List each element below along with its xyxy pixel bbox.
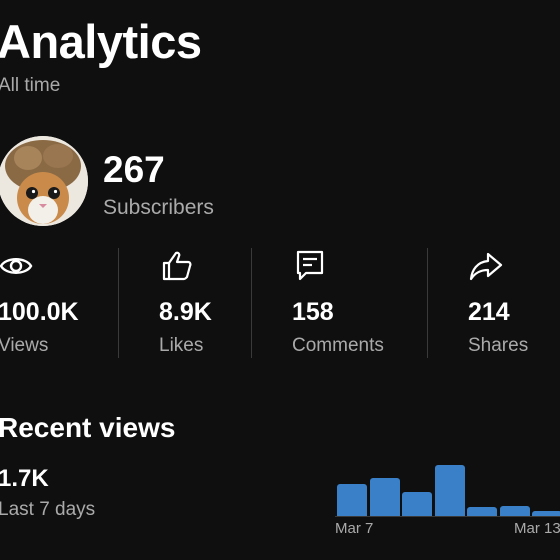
chart-bar[interactable] [434,465,465,516]
page-title: Analytics [0,15,202,68]
likes-value: 8.9K [159,298,212,326]
stat-comments[interactable]: 158 Comments [292,248,384,356]
chart-bar[interactable] [467,507,497,516]
comment-icon [296,250,324,281]
recent-views-period: Last 7 days [0,499,96,520]
chart-bar[interactable] [337,484,367,516]
stat-divider [427,248,428,358]
subscriber-label: Subscribers [103,196,214,219]
avatar-cat-image [0,136,88,226]
chart-bar[interactable] [402,492,432,516]
stat-divider [251,248,252,358]
stat-divider [118,248,119,358]
comments-label: Comments [292,335,384,356]
chart-baseline [335,516,560,517]
views-label: Views [0,335,49,356]
stat-likes[interactable]: 8.9K Likes [159,248,212,356]
comments-value: 158 [292,298,334,326]
stat-views[interactable]: 100.0K Views [0,248,79,356]
recent-views-title: Recent views [0,412,176,443]
likes-label: Likes [159,335,204,356]
x-tick-label: Mar 7 [335,520,374,537]
x-tick-label: Mar 13 [514,520,560,537]
views-value: 100.0K [0,298,79,326]
chart-bar[interactable] [532,511,560,516]
chart-bar[interactable] [369,478,400,516]
subscriber-count: 267 [103,149,165,190]
recent-views-value: 1.7K [0,465,49,492]
stat-shares[interactable]: 214 Shares [468,248,528,356]
avatar[interactable] [0,136,88,226]
shares-label: Shares [468,335,529,356]
thumbs-up-icon [162,251,192,281]
shares-value: 214 [468,298,510,326]
share-icon [469,252,503,281]
chart-bar[interactable] [499,506,530,516]
eye-icon [0,258,33,274]
recent-views-chart[interactable]: Mar 7 Mar 13 [330,450,560,550]
period-subtitle[interactable]: All time [0,75,60,97]
